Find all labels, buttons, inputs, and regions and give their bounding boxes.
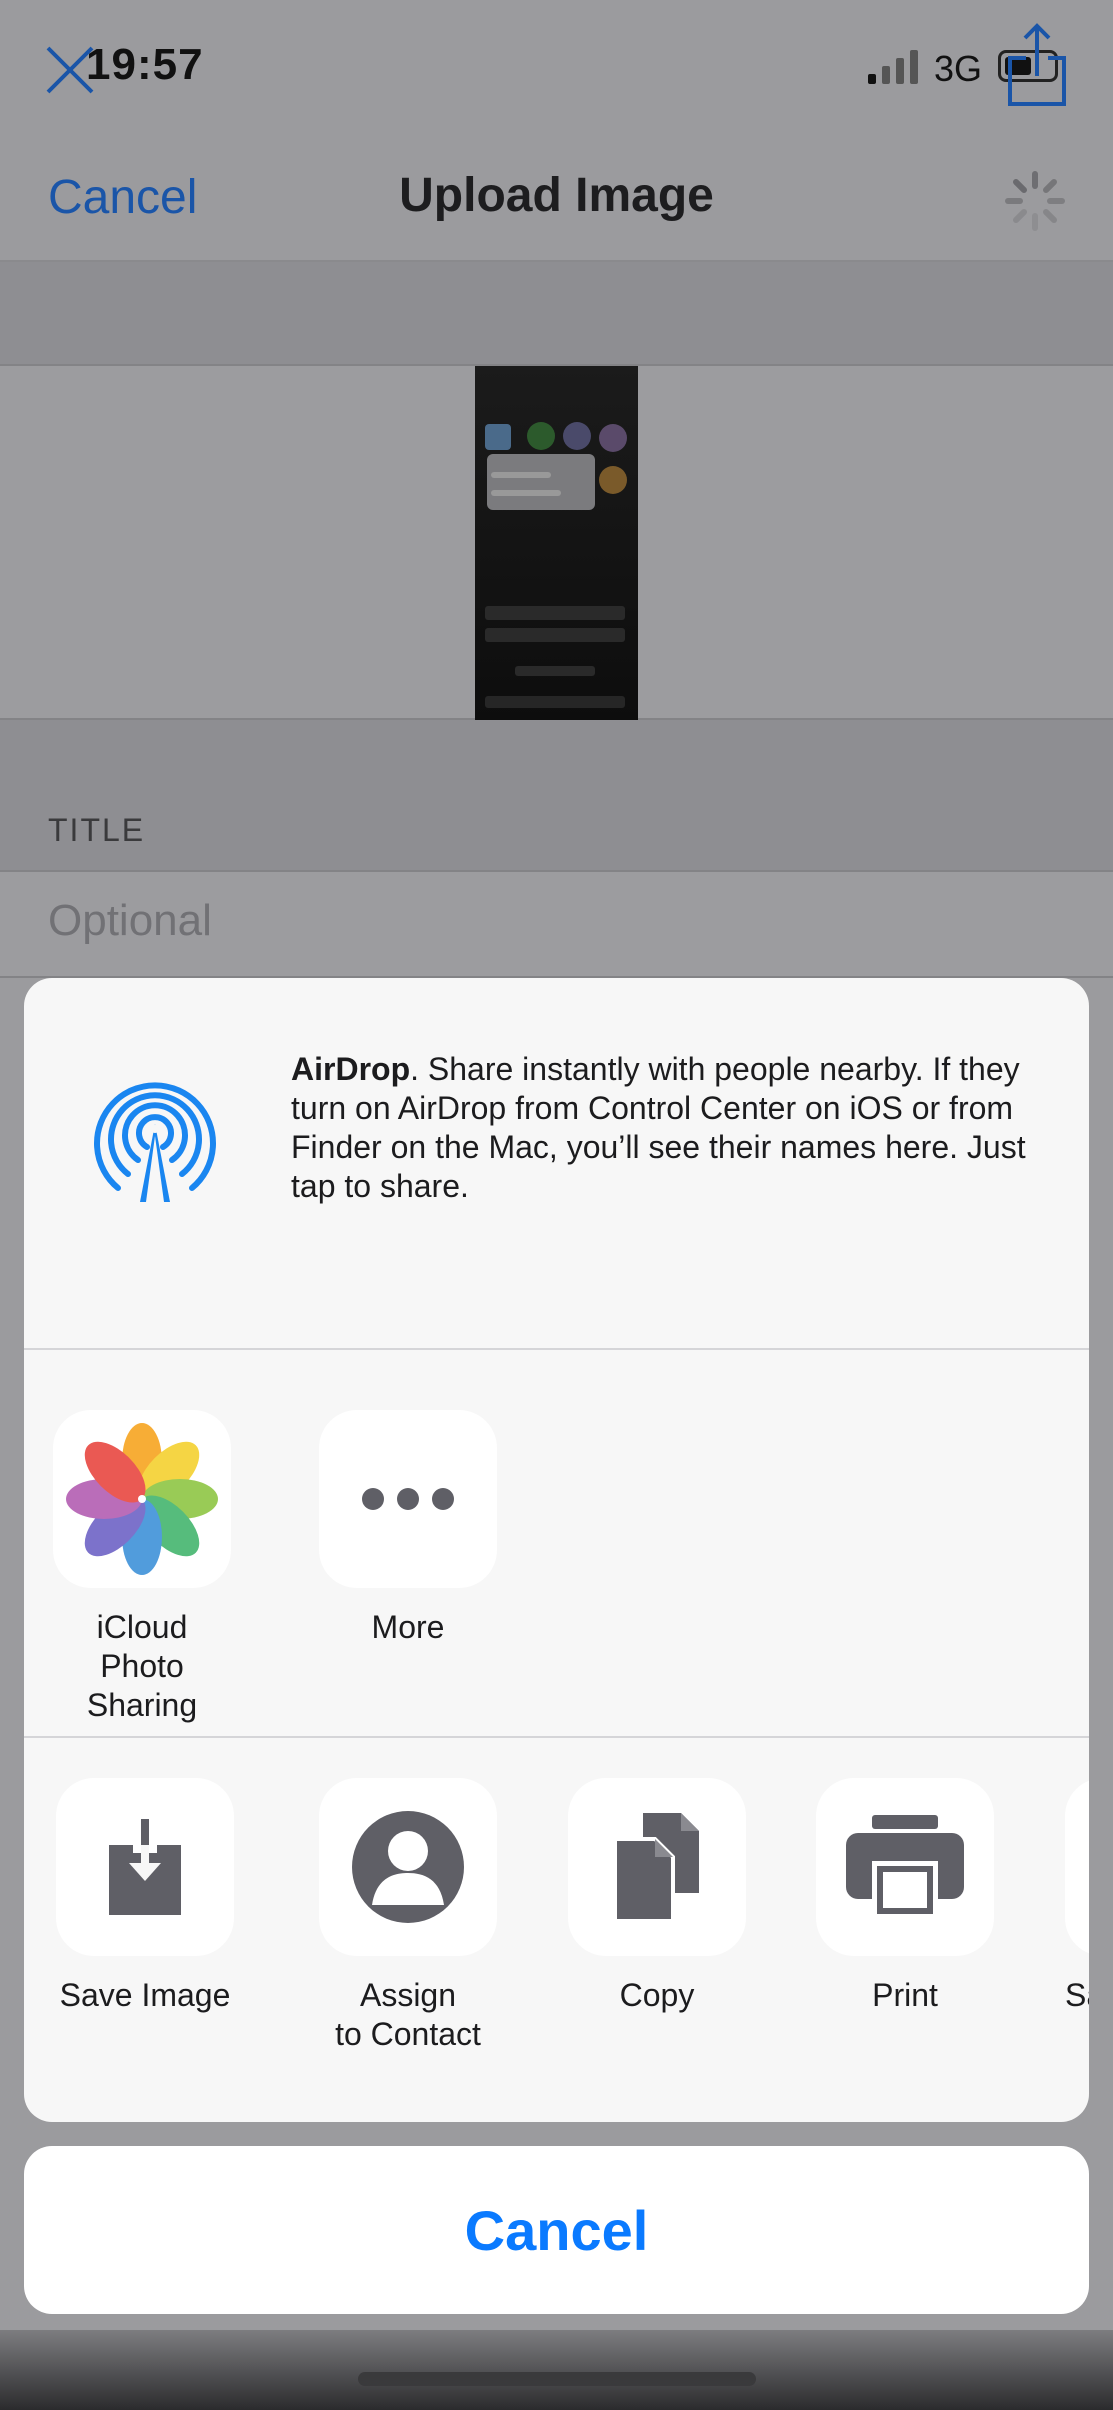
status-time: 19:57 xyxy=(86,40,204,89)
spacer-band xyxy=(0,262,1113,366)
partial-action-icon xyxy=(1065,1778,1089,1956)
action-label-line2: to Contact xyxy=(335,2016,481,2052)
title-row xyxy=(0,870,1113,978)
action-label-line1: Assign xyxy=(359,1977,457,2013)
title-input[interactable] xyxy=(48,896,948,946)
share-app-label-line1: More xyxy=(371,1609,445,1645)
save-image-icon xyxy=(109,1819,181,1915)
sheet-cancel-label: Cancel xyxy=(464,2198,649,2262)
action-label-line1: Print xyxy=(872,1977,938,2013)
contact-icon xyxy=(352,1811,464,1923)
title-section-header: TITLE xyxy=(48,812,146,848)
share-app-label-line2: Sharing xyxy=(86,1687,198,1723)
action-print[interactable]: Print xyxy=(816,1778,994,2015)
share-sheet: AirDrop. Share instantly with people nea… xyxy=(24,978,1089,2122)
more-icon xyxy=(362,1488,454,1510)
status-bar: 19:57 3G xyxy=(0,0,1113,130)
action-copy[interactable]: Copy xyxy=(568,1778,746,2015)
action-save-image[interactable]: Save Image xyxy=(56,1778,234,2015)
print-icon xyxy=(846,1815,964,1919)
action-label-line1: Sa xyxy=(1065,1977,1089,2013)
share-app-label-line1: iCloud Photo xyxy=(96,1609,188,1684)
sheet-cancel-button[interactable]: Cancel xyxy=(24,2146,1089,2314)
photos-icon xyxy=(66,1423,218,1575)
network-type: 3G xyxy=(934,48,983,89)
share-icon[interactable] xyxy=(1006,22,1068,108)
signal-strength-icon xyxy=(868,48,918,84)
image-preview-row xyxy=(0,366,1113,720)
airdrop-section[interactable]: AirDrop. Share instantly with people nea… xyxy=(24,978,1089,1350)
airdrop-description: AirDrop. Share instantly with people nea… xyxy=(291,1050,1041,1206)
action-label-line1: Copy xyxy=(619,1977,695,2013)
icon-box xyxy=(56,1778,234,1956)
copy-icon xyxy=(615,1813,699,1921)
share-actions-row: Save Image Assign to Contact Copy Print … xyxy=(24,1738,1089,2122)
airdrop-icon xyxy=(94,1082,216,1202)
icon-box xyxy=(53,1410,231,1588)
icon-box xyxy=(319,1778,497,1956)
navigation-bar: Cancel Upload Image xyxy=(0,130,1113,262)
image-thumbnail[interactable] xyxy=(475,366,638,720)
icon-box xyxy=(816,1778,994,1956)
action-assign-to-contact[interactable]: Assign to Contact xyxy=(319,1778,497,2054)
share-apps-row: iCloud Photo Sharing More xyxy=(24,1350,1089,1738)
action-partial-offscreen[interactable]: Sa xyxy=(1065,1778,1089,2015)
airdrop-name: AirDrop xyxy=(291,1051,411,1087)
icon-box xyxy=(568,1778,746,1956)
icon-box xyxy=(319,1410,497,1588)
home-area xyxy=(0,2330,1113,2410)
home-indicator[interactable] xyxy=(358,2372,756,2386)
loading-spinner-icon xyxy=(1005,171,1065,231)
share-app-more[interactable]: More xyxy=(319,1410,497,1647)
section-gap xyxy=(0,720,1113,870)
page-title: Upload Image xyxy=(399,169,714,222)
share-app-icloud-photo-sharing[interactable]: iCloud Photo Sharing xyxy=(53,1410,231,1725)
action-label-line1: Save Image xyxy=(59,1977,231,2013)
